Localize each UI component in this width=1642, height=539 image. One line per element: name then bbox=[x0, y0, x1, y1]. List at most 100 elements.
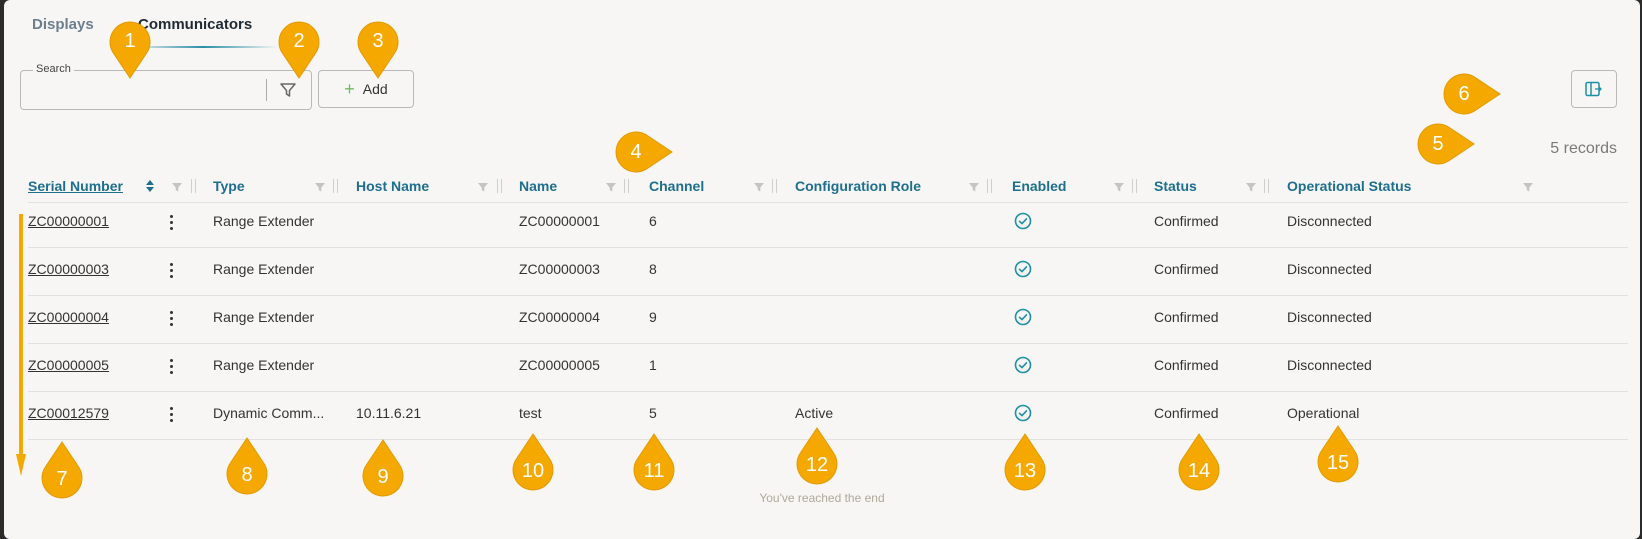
column-header-type[interactable]: Type bbox=[213, 178, 245, 194]
operational-status-cell: Disconnected bbox=[1287, 261, 1372, 277]
column-filter-icon-status[interactable] bbox=[1244, 180, 1258, 194]
column-filter-icon-host[interactable] bbox=[476, 180, 490, 194]
tab-communicators[interactable]: Communicators bbox=[138, 16, 252, 33]
annotation-number: 2 bbox=[293, 30, 305, 52]
annotation-number: 10 bbox=[521, 460, 545, 482]
plus-icon: + bbox=[344, 79, 355, 99]
row-actions-menu-icon[interactable] bbox=[166, 406, 176, 424]
row-actions-menu-icon[interactable] bbox=[166, 262, 176, 280]
column-header-name[interactable]: Name bbox=[519, 178, 557, 194]
operational-status-cell: Disconnected bbox=[1287, 213, 1372, 229]
annotation-marker-5: 5 bbox=[1416, 122, 1476, 166]
annotation-marker-9: 9 bbox=[361, 438, 405, 498]
annotation-number: 9 bbox=[377, 466, 389, 488]
column-header-configuration-role[interactable]: Configuration Role bbox=[795, 178, 921, 194]
column-header-host-name[interactable]: Host Name bbox=[356, 178, 429, 194]
operational-status-cell: Disconnected bbox=[1287, 309, 1372, 325]
serial-number-link[interactable]: ZC00000003 bbox=[28, 261, 109, 277]
filter-icon[interactable] bbox=[278, 80, 298, 100]
channel-cell: 1 bbox=[649, 357, 657, 373]
annotation-number: 5 bbox=[1432, 133, 1444, 155]
annotation-number: 4 bbox=[630, 141, 642, 163]
annotation-marker-1: 1 bbox=[108, 20, 152, 80]
channel-cell: 5 bbox=[649, 405, 657, 421]
annotation-number: 13 bbox=[1013, 460, 1037, 482]
column-header-enabled[interactable]: Enabled bbox=[1012, 178, 1066, 194]
sort-icon[interactable] bbox=[144, 178, 156, 194]
column-filter-icon-enabled[interactable] bbox=[1112, 180, 1126, 194]
column-resize-handle[interactable] bbox=[333, 179, 338, 193]
column-filter-icon-serial[interactable] bbox=[170, 180, 184, 194]
column-filter-icon-op-status[interactable] bbox=[1521, 180, 1535, 194]
search-field: Search bbox=[20, 63, 312, 110]
annotation-marker-2: 2 bbox=[277, 20, 321, 80]
status-cell: Confirmed bbox=[1154, 309, 1219, 325]
column-resize-handle[interactable] bbox=[497, 179, 502, 193]
operational-status-cell: Operational bbox=[1287, 405, 1360, 421]
annotation-marker-4: 4 bbox=[614, 130, 674, 174]
annotation-marker-15: 15 bbox=[1316, 424, 1360, 484]
type-cell: Range Extender bbox=[213, 213, 315, 229]
annotation-number: 8 bbox=[241, 464, 253, 486]
column-filter-icon-channel[interactable] bbox=[752, 180, 766, 194]
annotation-marker-12: 12 bbox=[795, 426, 839, 486]
column-filter-icon-role[interactable] bbox=[967, 180, 981, 194]
column-resize-handle[interactable] bbox=[1264, 179, 1269, 193]
channel-cell: 8 bbox=[649, 261, 657, 277]
column-resize-handle[interactable] bbox=[1132, 179, 1137, 193]
annotation-number: 12 bbox=[805, 454, 829, 476]
row-divider bbox=[28, 343, 1628, 344]
column-header-operational-status[interactable]: Operational Status bbox=[1287, 178, 1411, 194]
search-label: Search bbox=[33, 63, 74, 75]
annotation-number: 15 bbox=[1326, 452, 1350, 474]
enabled-check-icon bbox=[1014, 404, 1032, 422]
search-divider bbox=[266, 79, 267, 101]
column-filter-icon-name[interactable] bbox=[604, 180, 618, 194]
status-cell: Confirmed bbox=[1154, 261, 1219, 277]
annotation-number: 14 bbox=[1187, 460, 1211, 482]
search-input[interactable] bbox=[29, 79, 273, 103]
operational-status-cell: Disconnected bbox=[1287, 357, 1372, 373]
name-cell: ZC00000001 bbox=[519, 213, 600, 229]
annotation-marker-10: 10 bbox=[511, 432, 555, 492]
type-cell: Dynamic Comm... bbox=[213, 405, 325, 421]
column-resize-handle[interactable] bbox=[191, 179, 196, 193]
annotation-number: 11 bbox=[643, 460, 665, 482]
serial-number-link[interactable]: ZC00000001 bbox=[28, 213, 109, 229]
column-resize-handle[interactable] bbox=[772, 179, 777, 193]
annotation-number: 7 bbox=[56, 468, 68, 490]
column-header-serial-number[interactable]: Serial Number bbox=[28, 178, 123, 194]
annotation-number: 1 bbox=[124, 30, 136, 52]
status-cell: Confirmed bbox=[1154, 357, 1219, 373]
column-resize-handle[interactable] bbox=[624, 179, 629, 193]
enabled-check-icon bbox=[1014, 212, 1032, 230]
column-chooser-button[interactable] bbox=[1571, 70, 1617, 108]
annotation-marker-13: 13 bbox=[1003, 432, 1047, 492]
status-cell: Confirmed bbox=[1154, 213, 1219, 229]
serial-number-link[interactable]: ZC00000004 bbox=[28, 309, 109, 325]
column-filter-icon-type[interactable] bbox=[313, 180, 327, 194]
add-button-label: Add bbox=[362, 81, 388, 97]
row-actions-menu-icon[interactable] bbox=[166, 214, 176, 232]
channel-cell: 6 bbox=[649, 213, 657, 229]
enabled-check-icon bbox=[1014, 260, 1032, 278]
annotation-marker-11: 11 bbox=[632, 432, 676, 492]
row-divider bbox=[28, 295, 1628, 296]
tab-displays[interactable]: Displays bbox=[32, 16, 94, 33]
row-actions-menu-icon[interactable] bbox=[166, 358, 176, 376]
column-header-channel[interactable]: Channel bbox=[649, 178, 704, 194]
type-cell: Range Extender bbox=[213, 309, 315, 325]
channel-cell: 9 bbox=[649, 309, 657, 325]
records-count: 5 records bbox=[1550, 140, 1617, 157]
annotation-number: 3 bbox=[372, 30, 384, 52]
name-cell: test bbox=[519, 405, 542, 421]
type-cell: Range Extender bbox=[213, 357, 315, 373]
annotation-number: 6 bbox=[1458, 83, 1470, 105]
row-actions-menu-icon[interactable] bbox=[166, 310, 176, 328]
column-resize-handle[interactable] bbox=[987, 179, 992, 193]
column-header-status[interactable]: Status bbox=[1154, 178, 1197, 194]
serial-number-link[interactable]: ZC00000005 bbox=[28, 357, 109, 373]
row-divider bbox=[28, 391, 1628, 392]
serial-number-link[interactable]: ZC00012579 bbox=[28, 405, 109, 421]
host-name-cell: 10.11.6.21 bbox=[356, 405, 422, 421]
